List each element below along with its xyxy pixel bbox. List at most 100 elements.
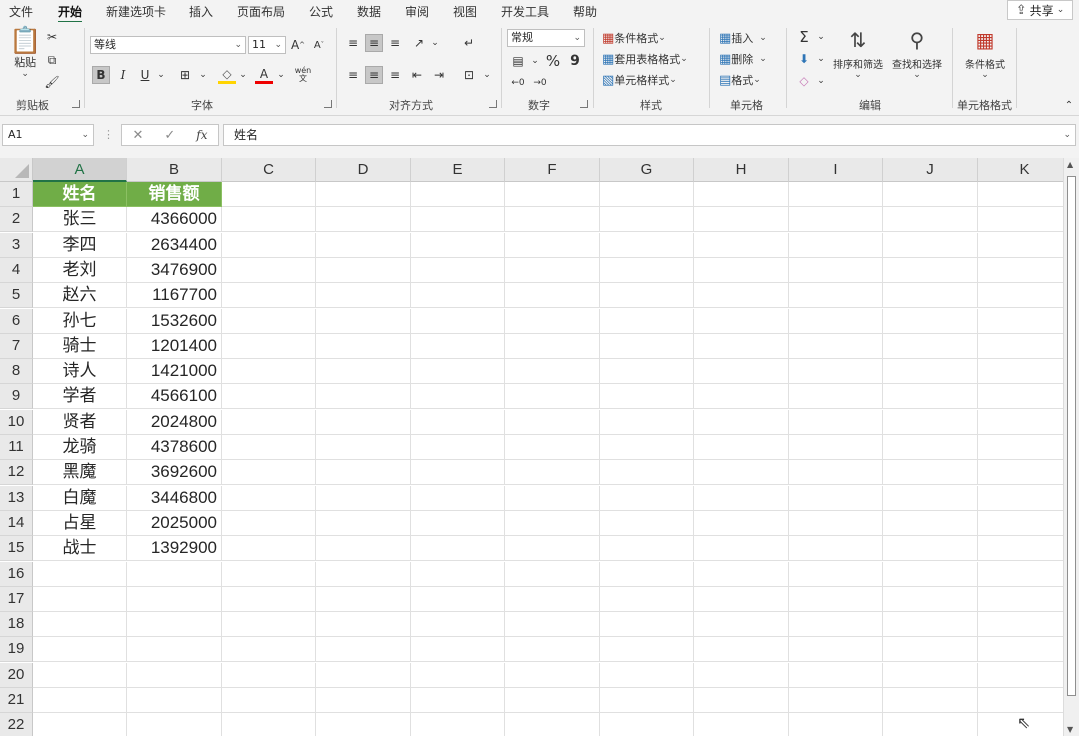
cell-d12[interactable] bbox=[316, 460, 411, 486]
font-name-select[interactable]: 等线 ⌄ bbox=[90, 36, 246, 54]
cell-d6[interactable] bbox=[316, 308, 411, 334]
cell-a12[interactable]: 黑魔 bbox=[33, 460, 127, 486]
cell-b12[interactable]: 3692600 bbox=[127, 460, 222, 486]
tab-new[interactable]: 新建选项卡 bbox=[106, 3, 166, 20]
cell-d11[interactable] bbox=[316, 435, 411, 460]
cell-b18[interactable] bbox=[127, 612, 222, 638]
cell-i21[interactable] bbox=[789, 688, 883, 713]
select-all-button[interactable] bbox=[0, 158, 33, 182]
cell-j8[interactable] bbox=[883, 359, 978, 385]
tab-home[interactable]: 开始 bbox=[58, 3, 83, 24]
row-header-17[interactable]: 17 bbox=[0, 586, 33, 612]
cell-f20[interactable] bbox=[505, 662, 600, 688]
cell-i20[interactable] bbox=[789, 662, 883, 688]
cell-e3[interactable] bbox=[411, 232, 505, 258]
cell-j1[interactable] bbox=[883, 182, 978, 207]
cell-g1[interactable] bbox=[600, 182, 694, 207]
cell-b6[interactable]: 1532600 bbox=[127, 308, 222, 334]
cell-g16[interactable] bbox=[600, 561, 694, 587]
cell-a19[interactable] bbox=[33, 637, 127, 663]
cell-d1[interactable] bbox=[316, 182, 411, 207]
cell-c6[interactable] bbox=[222, 308, 316, 334]
chevron-down-icon[interactable]: ⌄ bbox=[272, 66, 290, 84]
align-middle-icon[interactable]: ≡ bbox=[365, 34, 383, 52]
share-button[interactable]: ⇪ 共享 ⌄ bbox=[1007, 0, 1073, 20]
cell-c12[interactable] bbox=[222, 460, 316, 486]
cell-f13[interactable] bbox=[505, 485, 600, 511]
scroll-down-icon[interactable]: ▼ bbox=[1067, 725, 1073, 734]
cell-e12[interactable] bbox=[411, 460, 505, 486]
chevron-down-icon[interactable]: ⌄ bbox=[194, 66, 212, 84]
cell-f10[interactable] bbox=[505, 409, 600, 435]
autosum-icon[interactable]: Σ bbox=[795, 28, 813, 46]
cell-k9[interactable] bbox=[978, 384, 1063, 410]
tab-insert[interactable]: 插入 bbox=[189, 3, 213, 20]
cell-b1[interactable]: 销售额 bbox=[127, 182, 222, 207]
fill-icon[interactable]: ⬇ bbox=[795, 50, 813, 68]
cell-j13[interactable] bbox=[883, 485, 978, 511]
number-launcher-icon[interactable] bbox=[580, 100, 588, 108]
cell-k21[interactable] bbox=[978, 688, 1063, 713]
cell-i4[interactable] bbox=[789, 257, 883, 283]
insert-function-button[interactable]: fx bbox=[196, 128, 207, 142]
chevron-down-icon[interactable]: ⌄ bbox=[526, 52, 544, 70]
cell-a10[interactable]: 贤者 bbox=[33, 409, 127, 435]
cell-k17[interactable] bbox=[978, 587, 1063, 612]
cell-b13[interactable]: 3446800 bbox=[127, 485, 222, 511]
chevron-down-icon[interactable]: ⌄ bbox=[426, 34, 444, 52]
cell-i16[interactable] bbox=[789, 561, 883, 587]
cell-e13[interactable] bbox=[411, 485, 505, 511]
cell-f21[interactable] bbox=[505, 688, 600, 713]
cell-g13[interactable] bbox=[600, 485, 694, 511]
cell-j22[interactable] bbox=[883, 713, 978, 736]
cell-i15[interactable] bbox=[789, 536, 883, 562]
cell-h21[interactable] bbox=[694, 688, 789, 713]
cell-i7[interactable] bbox=[789, 333, 883, 359]
cell-g5[interactable] bbox=[600, 283, 694, 309]
cell-a1[interactable]: 姓名 bbox=[33, 182, 127, 207]
cell-i2[interactable] bbox=[789, 207, 883, 233]
cell-k13[interactable] bbox=[978, 486, 1063, 511]
cell-g4[interactable] bbox=[600, 257, 694, 283]
cell-d2[interactable] bbox=[316, 207, 411, 233]
cell-h4[interactable] bbox=[694, 257, 789, 283]
cell-h5[interactable] bbox=[694, 283, 789, 309]
cell-e17[interactable] bbox=[411, 586, 505, 612]
cell-g22[interactable] bbox=[600, 713, 694, 736]
cell-j10[interactable] bbox=[883, 409, 978, 435]
tab-data[interactable]: 数据 bbox=[357, 3, 381, 20]
column-header-g[interactable]: G bbox=[600, 158, 694, 182]
row-header-20[interactable]: 20 bbox=[0, 662, 33, 688]
cell-f19[interactable] bbox=[505, 637, 600, 663]
cell-k6[interactable] bbox=[978, 309, 1063, 334]
row-header-22[interactable]: 22 bbox=[0, 713, 33, 736]
cell-i10[interactable] bbox=[789, 409, 883, 435]
cell-g11[interactable] bbox=[600, 435, 694, 460]
cell-c13[interactable] bbox=[222, 485, 316, 511]
cell-f5[interactable] bbox=[505, 283, 600, 309]
cell-g3[interactable] bbox=[600, 232, 694, 258]
cell-h3[interactable] bbox=[694, 232, 789, 258]
cell-k10[interactable] bbox=[978, 410, 1063, 435]
cell-j21[interactable] bbox=[883, 688, 978, 713]
cell-h10[interactable] bbox=[694, 409, 789, 435]
cell-j9[interactable] bbox=[883, 384, 978, 410]
cell-b8[interactable]: 1421000 bbox=[127, 359, 222, 385]
cell-h17[interactable] bbox=[694, 586, 789, 612]
row-header-6[interactable]: 6 bbox=[0, 308, 33, 334]
cell-c16[interactable] bbox=[222, 561, 316, 587]
cell-j7[interactable] bbox=[883, 333, 978, 359]
cell-a14[interactable]: 占星 bbox=[33, 510, 127, 536]
cell-i3[interactable] bbox=[789, 232, 883, 258]
cell-f16[interactable] bbox=[505, 561, 600, 587]
insert-cells-button[interactable]: ▦ 插入 ⌄ bbox=[719, 30, 767, 46]
cell-h6[interactable] bbox=[694, 308, 789, 334]
cell-b3[interactable]: 2634400 bbox=[127, 232, 222, 258]
cell-j4[interactable] bbox=[883, 257, 978, 283]
cell-h22[interactable] bbox=[694, 713, 789, 736]
cell-a4[interactable]: 老刘 bbox=[33, 257, 127, 283]
cell-j2[interactable] bbox=[883, 207, 978, 233]
cell-g18[interactable] bbox=[600, 612, 694, 638]
cell-k5[interactable] bbox=[978, 283, 1063, 309]
cell-g10[interactable] bbox=[600, 409, 694, 435]
